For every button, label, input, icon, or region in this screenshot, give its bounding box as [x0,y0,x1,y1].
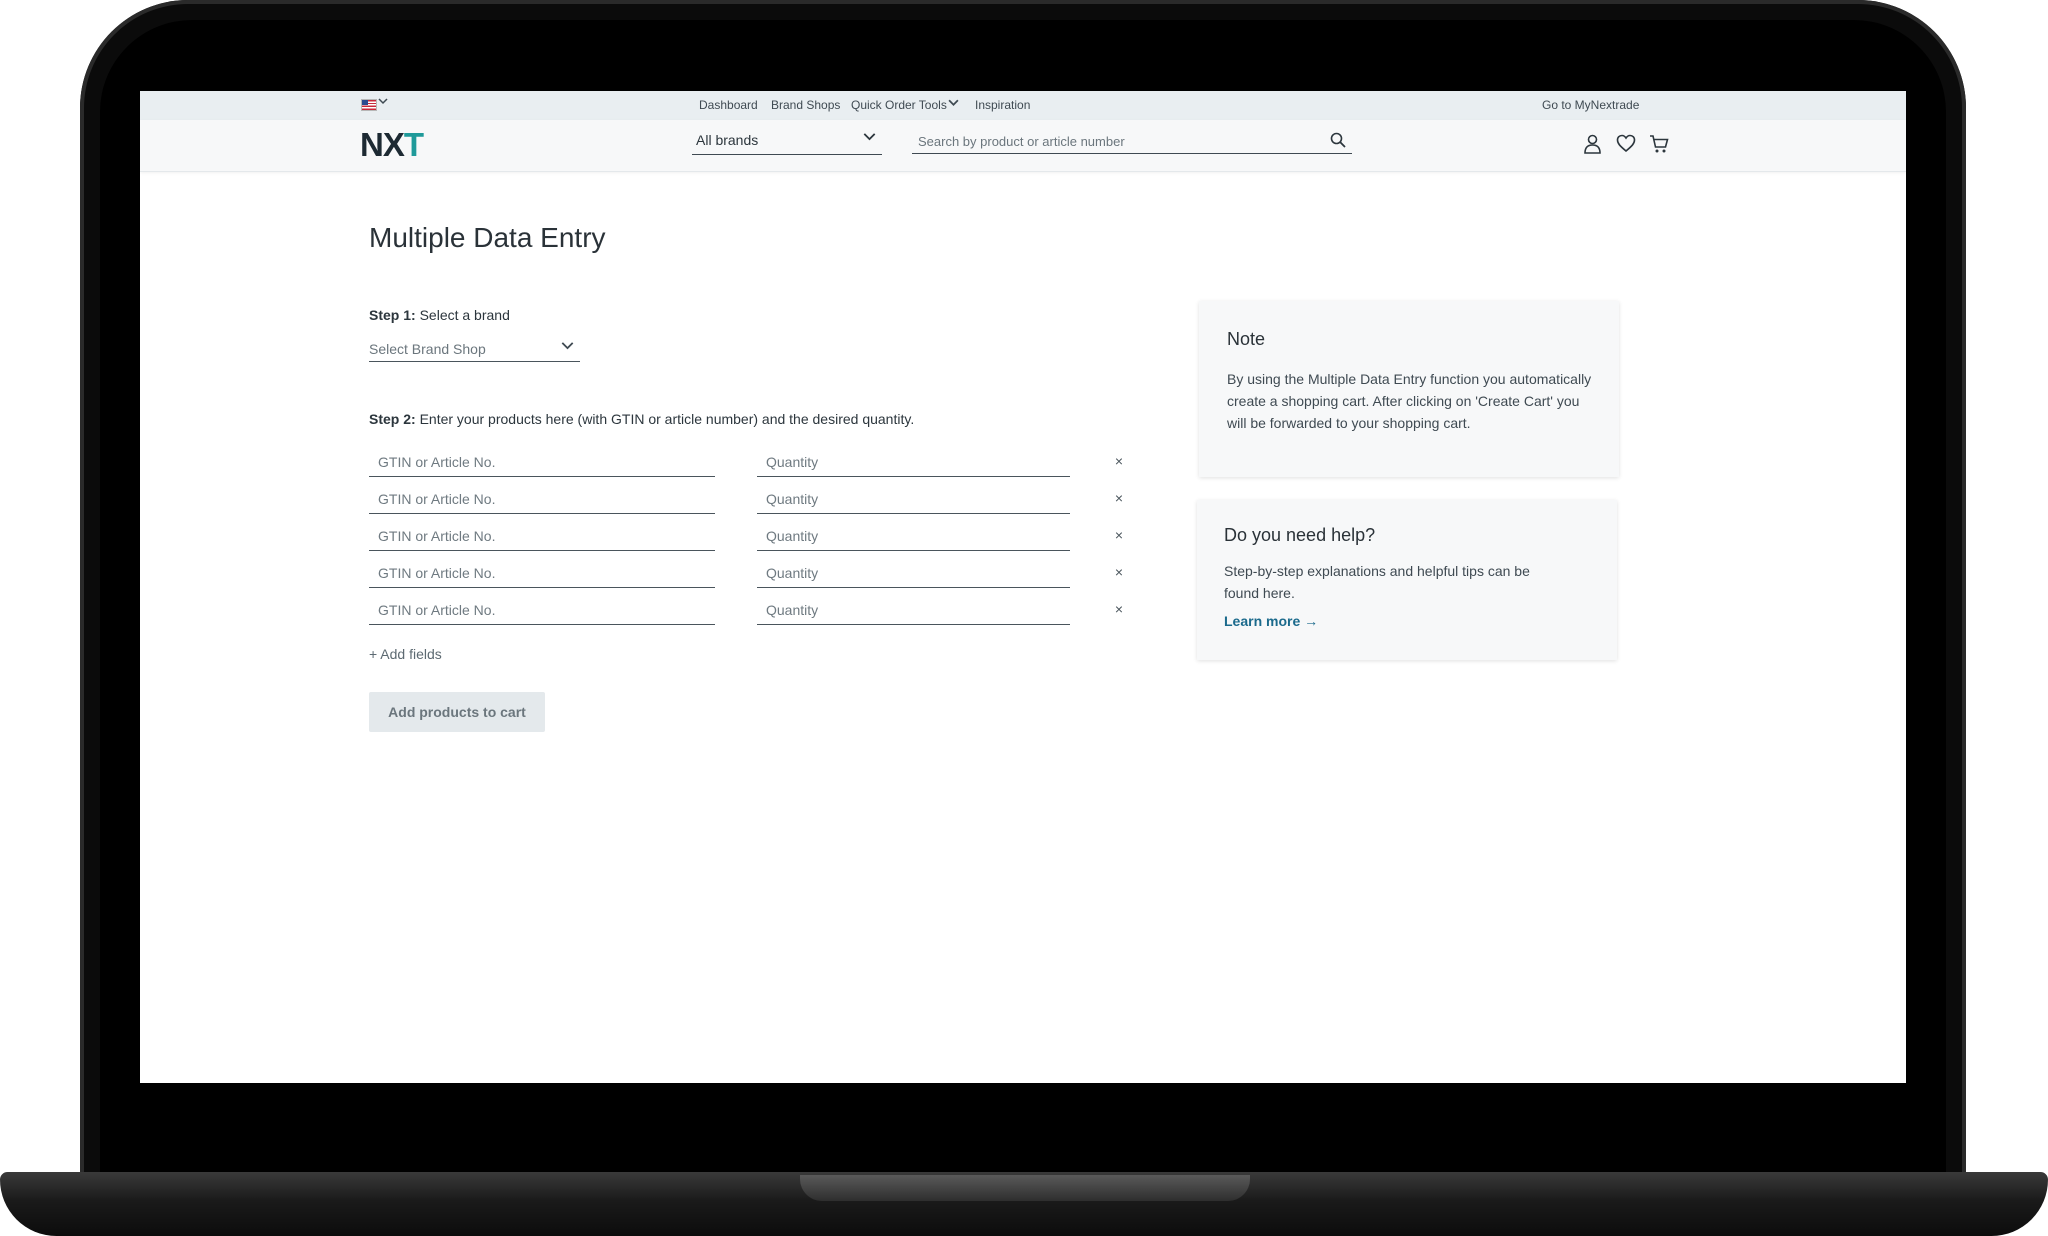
step1-text: Select a brand [419,307,510,323]
step1-prefix: Step 1: [369,307,416,323]
quantity-input[interactable] [757,559,1070,588]
entry-row: × [369,559,1129,589]
entry-row: × [369,522,1129,552]
chevron-down-icon [561,339,574,355]
main-header: NXT All brands [140,120,1906,172]
remove-row-icon[interactable]: × [1111,564,1127,580]
top-utility-bar: Dashboard Brand Shops Quick Order Tools … [140,91,1906,120]
nxt-logo[interactable]: NXT [360,126,424,164]
step2-text: Enter your products here (with GTIN or a… [419,411,915,427]
heart-icon[interactable] [1616,134,1636,158]
remove-row-icon[interactable]: × [1111,601,1127,617]
remove-row-icon[interactable]: × [1111,490,1127,506]
quantity-input[interactable] [757,485,1070,514]
brand-select[interactable]: All brands [692,130,882,155]
cart-icon[interactable] [1649,134,1669,159]
quick-order-chevron-icon[interactable] [948,97,959,111]
browser-screen: Dashboard Brand Shops Quick Order Tools … [140,91,1906,1083]
gtin-input[interactable] [369,448,715,477]
help-title: Do you need help? [1224,525,1376,545]
chevron-down-icon [863,130,876,146]
laptop-notch [800,1175,1250,1201]
note-card: Note By using the Multiple Data Entry fu… [1199,301,1619,477]
note-title: Note [1227,329,1266,349]
topnav-quick-order-tools[interactable]: Quick Order Tools [851,98,947,112]
brand-shop-select-value: Select Brand Shop [369,341,486,357]
go-to-mynextrade-link[interactable]: Go to MyNextrade [1542,98,1639,112]
entry-row: × [369,448,1129,478]
brand-select-value: All brands [696,132,759,148]
gtin-input[interactable] [369,559,715,588]
step1-label: Step 1: Select a brand [369,307,510,323]
learn-more-link[interactable]: Learn more → [1224,613,1318,629]
remove-row-icon[interactable]: × [1111,527,1127,543]
brand-shop-select[interactable]: Select Brand Shop [369,338,580,362]
top-nav: Dashboard Brand Shops Quick Order Tools … [140,98,1906,114]
gtin-input[interactable] [369,596,715,625]
entry-row: × [369,485,1129,515]
quantity-input[interactable] [757,522,1070,551]
topnav-brand-shops[interactable]: Brand Shops [771,98,840,112]
remove-row-icon[interactable]: × [1111,453,1127,469]
search-input[interactable] [912,130,1352,154]
topnav-inspiration[interactable]: Inspiration [975,98,1030,112]
topnav-dashboard[interactable]: Dashboard [699,98,758,112]
gtin-input[interactable] [369,522,715,551]
quantity-input[interactable] [757,596,1070,625]
note-body: By using the Multiple Data Entry functio… [1227,371,1592,431]
step2-label: Step 2: Enter your products here (with G… [369,411,914,427]
quantity-input[interactable] [757,448,1070,477]
add-products-to-cart-button[interactable]: Add products to cart [369,692,545,732]
page-title: Multiple Data Entry [369,222,606,253]
search-icon[interactable] [1330,132,1346,153]
entry-row: × [369,596,1129,626]
help-body: Step-by-step explanations and helpful ti… [1224,563,1530,601]
user-icon[interactable] [1583,134,1602,159]
gtin-input[interactable] [369,485,715,514]
step2-prefix: Step 2: [369,411,416,427]
add-fields-link[interactable]: + Add fields [369,646,442,662]
logo-t: T [403,126,424,163]
logo-nx: NX [360,126,405,163]
help-card: Do you need help? Step-by-step explanati… [1197,500,1617,660]
